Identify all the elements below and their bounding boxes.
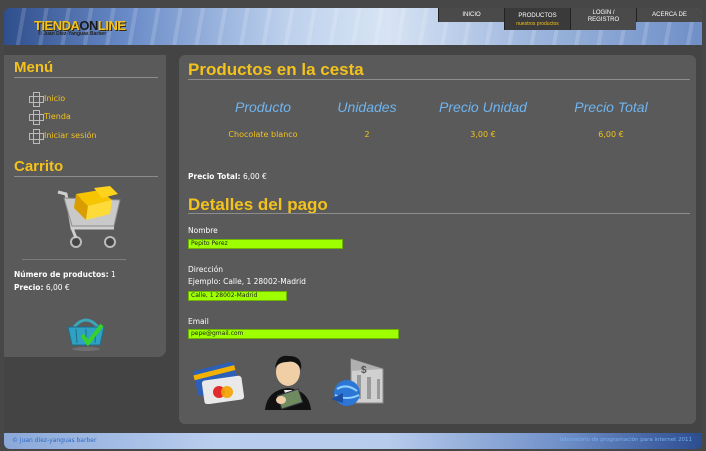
sidebar-item-inicio[interactable]: Inicio: [28, 91, 65, 107]
email-field[interactable]: pepe@gmail.com: [188, 329, 399, 339]
site-footer: © juan díez-yanguas barber laboratorio d…: [4, 433, 702, 449]
address-example: Ejemplo: Calle, 1 28002-Madrid: [188, 277, 306, 286]
bank-transfer-icon[interactable]: $: [329, 355, 387, 409]
row-unit-price: 3,00 €: [470, 130, 496, 139]
menu-title: Menú: [14, 59, 54, 76]
row-units: 2: [364, 130, 370, 139]
row-total: 6,00 €: [598, 130, 624, 139]
shopping-cart-icon[interactable]: [54, 186, 126, 260]
nav-acerca-de[interactable]: ACERCA DE: [636, 8, 702, 22]
total-price: Precio Total: 6,00 €: [188, 172, 267, 181]
num-products: Número de productos: 1: [14, 270, 116, 279]
row-product: Chocolate blanco: [228, 130, 298, 139]
sidebar-item-tienda[interactable]: Tienda: [28, 109, 71, 125]
footer-credit: laboratorio de programación para interne…: [559, 437, 692, 443]
checkout-basket-icon[interactable]: [64, 313, 108, 353]
top-nav: INICIO PRODUCTOS nuestros productos LOGI…: [438, 8, 702, 30]
cart-title: Carrito: [14, 158, 64, 175]
address-field[interactable]: Calle, 1 28002-Madrid: [188, 291, 287, 301]
address-label: Dirección: [188, 265, 224, 274]
site-header: TIENDAONLINE © Juan Díez-Yanguas Barber …: [4, 8, 702, 45]
cart-products-title: Productos en la cesta: [188, 60, 364, 79]
nav-inicio[interactable]: INICIO: [438, 8, 504, 22]
nav-productos[interactable]: PRODUCTOS nuestros productos: [504, 8, 570, 30]
cart-price: Precio: 6,00 €: [14, 283, 70, 292]
col-producto: Producto: [234, 99, 292, 115]
credit-card-icon[interactable]: VISA: [191, 360, 245, 404]
cash-payment-person-icon[interactable]: [259, 352, 317, 412]
page-frame: TIENDAONLINE © Juan Díez-Yanguas Barber …: [4, 8, 702, 449]
name-label: Nombre: [188, 226, 218, 235]
name-field[interactable]: Pepito Perez: [188, 239, 343, 249]
sidebar-item-iniciar-sesion[interactable]: Iniciar sesión: [28, 128, 96, 144]
footer-copyright: © juan díez-yanguas barber: [12, 437, 97, 444]
col-precio-unidad: Precio Unidad: [439, 99, 527, 115]
nav-login-registro[interactable]: LOGIN / REGISTRO: [570, 8, 636, 30]
plus-icon: [28, 109, 44, 125]
col-unidades: Unidades: [337, 99, 397, 115]
email-label: Email: [188, 317, 209, 326]
sidebar: Menú Inicio Tienda Iniciar sesión Carrit…: [4, 55, 166, 357]
payment-title: Detalles del pago: [188, 195, 328, 214]
col-precio-total: Precio Total: [574, 99, 648, 115]
plus-icon: [28, 91, 44, 107]
site-logo[interactable]: TIENDAONLINE © Juan Díez-Yanguas Barber: [34, 18, 126, 37]
main-panel: Productos en la cesta Producto Unidades …: [179, 55, 696, 424]
plus-icon: [28, 128, 44, 144]
svg-text:$: $: [361, 365, 367, 376]
